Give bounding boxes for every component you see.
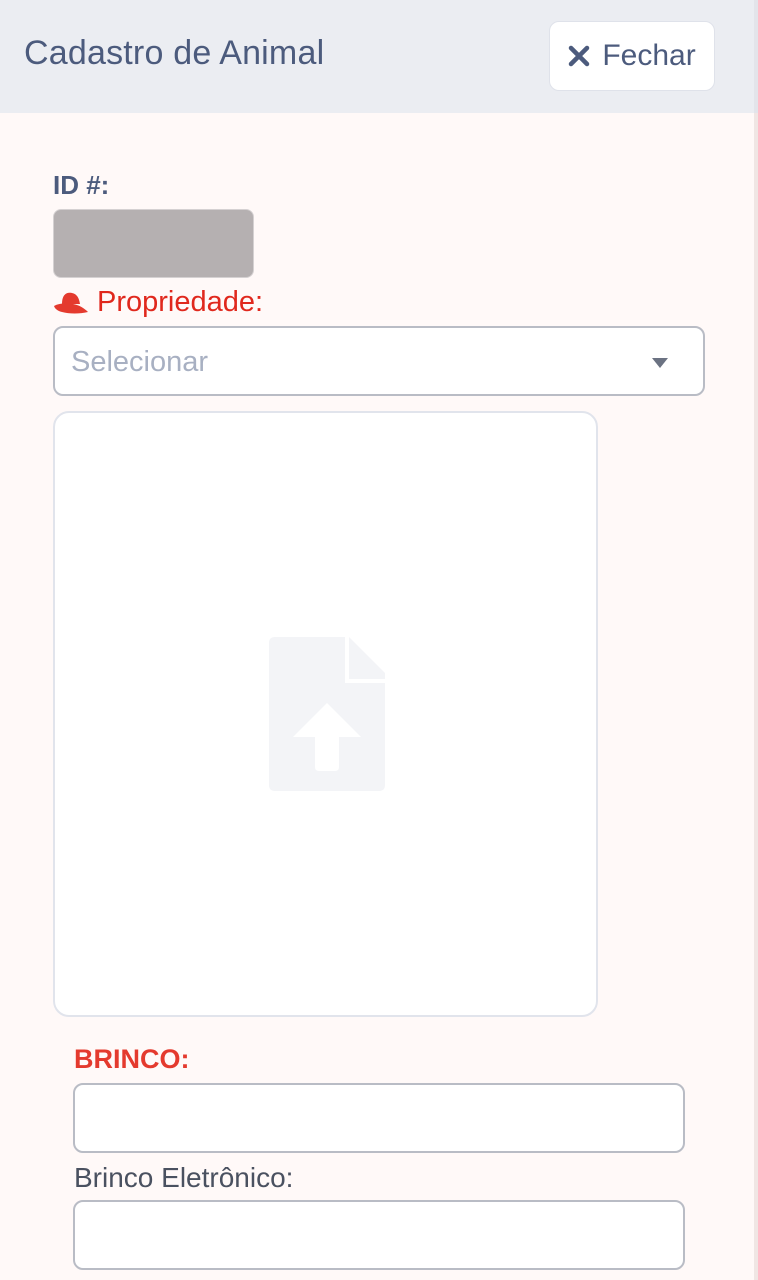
close-button[interactable]: Fechar — [549, 21, 715, 91]
id-label: ID #: — [53, 170, 110, 200]
modal-header: Cadastro de Animal Fechar — [0, 0, 758, 113]
property-label-text: Propriedade: — [97, 286, 264, 318]
close-button-label: Fechar — [602, 39, 696, 72]
chevron-down-icon — [652, 358, 668, 368]
property-select[interactable]: Selecionar — [53, 326, 705, 396]
brinco-label: BRINCO: — [74, 1044, 190, 1074]
photo-upload-area[interactable] — [53, 411, 598, 1017]
hat-icon — [54, 292, 88, 313]
property-select-placeholder: Selecionar — [71, 346, 209, 378]
property-label: Propriedade: — [53, 286, 263, 319]
close-icon — [569, 45, 590, 67]
brinco-eletronico-input[interactable] — [73, 1200, 685, 1270]
brinco-eletronico-label: Brinco Eletrônico: — [74, 1162, 294, 1193]
file-upload-icon — [269, 637, 385, 791]
page-title: Cadastro de Animal — [24, 34, 325, 72]
id-field — [53, 209, 254, 278]
brinco-input[interactable] — [73, 1083, 685, 1153]
